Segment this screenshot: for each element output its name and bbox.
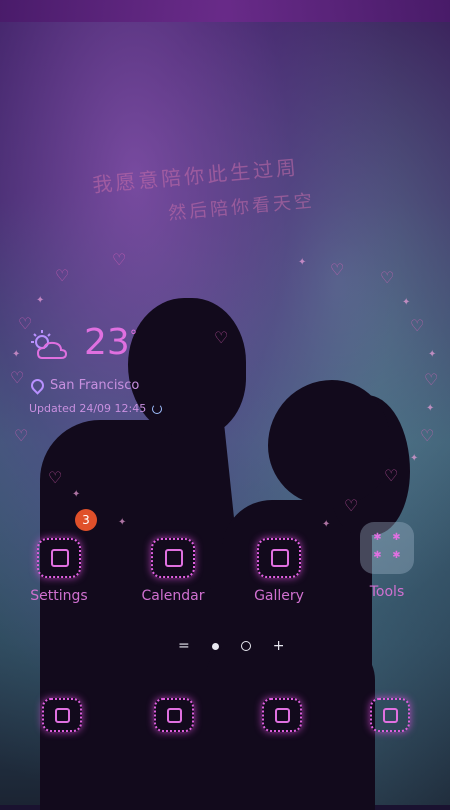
app-gallery[interactable]: Gallery — [234, 538, 324, 604]
app-label: Settings — [30, 588, 88, 604]
app-label: Tools — [369, 584, 405, 600]
sparkle-icon: ✦ — [118, 517, 127, 528]
heart-icon: ♡ — [330, 260, 345, 279]
notification-badge: 3 — [75, 509, 97, 531]
heart-icon: ♡ — [384, 466, 399, 485]
sparkle-icon: ✦ — [426, 403, 435, 414]
location-label: San Francisco — [50, 378, 140, 393]
heart-icon: ♡ — [55, 266, 70, 285]
updated-label: Updated 24/09 12:45 — [29, 402, 147, 415]
sparkle-icon: ✦ — [72, 489, 81, 500]
gallery-icon — [257, 538, 301, 578]
heart-icon: ♡ — [214, 328, 229, 347]
app-tools[interactable]: ✱ ✱ ✱ ✱ Tools — [342, 522, 432, 600]
heart-icon: ♡ — [112, 250, 127, 269]
sparkle-icon: ✦ — [428, 349, 437, 360]
sparkle-icon: ✦ — [298, 257, 307, 268]
messages-icon[interactable] — [154, 698, 194, 732]
temperature: 23 — [84, 322, 130, 363]
page-dot[interactable] — [240, 641, 251, 651]
heart-icon: ♡ — [424, 370, 439, 389]
app-label: Gallery — [254, 588, 304, 604]
page-indicator[interactable]: = + — [178, 638, 284, 654]
tools-folder-icon: ✱ ✱ ✱ ✱ — [360, 522, 414, 574]
heart-icon: ♡ — [14, 426, 29, 445]
sparkle-icon: ✦ — [402, 297, 411, 308]
updated-status: Updated 24/09 12:45 — [29, 402, 163, 415]
app-settings[interactable]: Settings — [14, 538, 104, 604]
degree-symbol: ° — [130, 328, 137, 344]
menu-icon[interactable]: = — [178, 638, 190, 654]
sparkle-icon: ✦ — [410, 453, 419, 464]
settings-icon — [37, 538, 81, 578]
partly-cloudy-icon — [31, 330, 68, 359]
app-label: Calendar — [141, 588, 205, 604]
silhouette-girl-head — [268, 380, 390, 505]
calendar-icon — [151, 538, 195, 578]
page-dot-active[interactable] — [211, 642, 219, 650]
heart-icon: ♡ — [420, 426, 435, 445]
heart-icon: ♡ — [380, 268, 395, 287]
heart-icon: ♡ — [48, 468, 63, 487]
browser-icon[interactable] — [370, 698, 410, 732]
sparkle-icon: ✦ — [322, 519, 331, 530]
camera-icon[interactable] — [262, 698, 302, 732]
sparkle-icon: ✦ — [36, 295, 45, 306]
location[interactable]: San Francisco — [28, 376, 140, 395]
refresh-icon[interactable] — [152, 403, 163, 414]
sparkle-icon: ✦ — [12, 349, 21, 360]
app-calendar[interactable]: Calendar — [128, 538, 218, 604]
status-bar — [0, 0, 450, 22]
phone-icon[interactable] — [42, 698, 82, 732]
heart-icon: ♡ — [10, 368, 25, 387]
heart-icon: ♡ — [344, 496, 359, 515]
location-pin-icon — [28, 376, 47, 395]
add-page-icon[interactable]: + — [273, 638, 285, 654]
heart-icon: ♡ — [410, 316, 425, 335]
